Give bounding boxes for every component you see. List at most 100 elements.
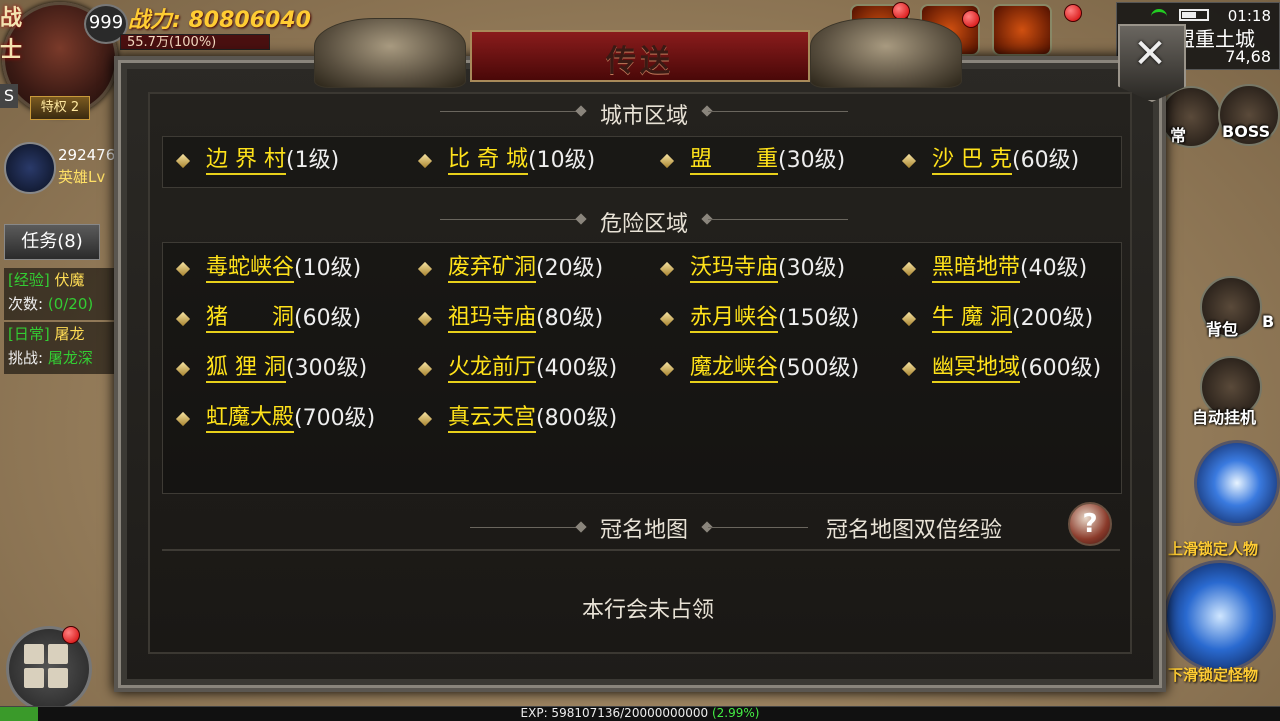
diamond-bullet-icon [901, 361, 917, 377]
divider [708, 527, 808, 528]
location-name[interactable]: 虹魔大殿 [206, 405, 295, 433]
dialog-title: 传送 [606, 44, 674, 79]
location-name[interactable]: 边 界 村 [206, 147, 286, 175]
combat-power: 战力: 80806040 [128, 8, 311, 33]
teleport-location[interactable]: 真云天宫 (800级) [417, 405, 617, 433]
diamond-bullet-icon [901, 311, 917, 327]
help-icon[interactable]: ? [1068, 502, 1112, 546]
divider [708, 111, 848, 112]
teleport-location[interactable]: 虹魔大殿 (700级) [175, 405, 376, 433]
location-name[interactable]: 火龙前厅 [448, 355, 537, 383]
location-level: (30级) [778, 148, 846, 173]
diamond-bullet-icon [659, 361, 675, 377]
grid-menu-icon [24, 644, 68, 688]
location-name[interactable]: 祖玛寺庙 [448, 305, 537, 333]
diamond-bullet-icon [417, 261, 433, 277]
location-level: (500级) [778, 356, 860, 381]
teleport-location[interactable]: 魔龙峡谷 (500级) [659, 355, 860, 383]
teleport-location[interactable]: 牛 魔 洞 (200级) [901, 305, 1094, 333]
teleport-location[interactable]: 祖玛寺庙 (80级) [417, 305, 604, 333]
location-level: (600级) [1020, 356, 1102, 381]
wifi-icon [1151, 9, 1167, 24]
exp-text: EXP: 598107136/20000000000 (2.99%) [520, 706, 760, 720]
teleport-location[interactable]: 猪 洞 (60级) [175, 305, 361, 333]
diamond-bullet-icon [175, 361, 191, 377]
location-level: (30级) [778, 256, 846, 281]
location-name[interactable]: 沙 巴 克 [932, 147, 1012, 175]
teleport-location[interactable]: 沙 巴 克 (60级) [901, 147, 1080, 175]
location-level: (200级) [1012, 306, 1094, 331]
teleport-location[interactable]: 狐 狸 洞 (300级) [175, 355, 368, 383]
notification-dot [62, 626, 80, 644]
double-exp-label: 冠名地图双倍经验 [826, 518, 1003, 543]
location-name[interactable]: 真云天宫 [448, 405, 537, 433]
teleport-location[interactable]: 火龙前厅 (400级) [417, 355, 618, 383]
diamond-bullet-icon [901, 261, 917, 277]
location-level: (80级) [536, 306, 604, 331]
diamond-bullet-icon [417, 411, 433, 427]
location-level: (300级) [286, 356, 368, 381]
emperor-icon[interactable] [992, 4, 1052, 56]
diamond-bullet-icon [659, 153, 675, 169]
exp-bar: EXP: 598107136/20000000000 (2.99%) [0, 706, 1280, 721]
location-level: (10级) [528, 148, 596, 173]
location-name[interactable]: 牛 魔 洞 [932, 305, 1012, 333]
close-icon[interactable]: ✕ [1118, 30, 1182, 78]
teleport-location[interactable]: 毒蛇峡谷 (10级) [175, 255, 362, 283]
section-title-danger: 危险区域 [599, 212, 688, 237]
location-name[interactable]: 黑暗地带 [932, 255, 1021, 283]
hero-number: 292476 [58, 146, 116, 164]
location-level: (150级) [778, 306, 860, 331]
hero-level: 英雄Lv [58, 168, 106, 186]
location-name[interactable]: 毒蛇峡谷 [206, 255, 295, 283]
teleport-location[interactable]: 沃玛寺庙 (30级) [659, 255, 846, 283]
location-name[interactable]: 赤月峡谷 [690, 305, 779, 333]
notification-dot [962, 10, 980, 28]
location-level: (700级) [294, 406, 376, 431]
diamond-bullet-icon [901, 153, 917, 169]
hero-icon[interactable] [4, 142, 56, 194]
location-name[interactable]: 猪 洞 [206, 305, 295, 333]
location-level: (1级) [286, 148, 340, 173]
location-level: (10级) [294, 256, 362, 281]
diamond-bullet-icon [417, 153, 433, 169]
dragon-ornament-left [314, 18, 466, 88]
location-name[interactable]: 沃玛寺庙 [690, 255, 779, 283]
teleport-location[interactable]: 边 界 村 (1级) [175, 147, 340, 175]
daily-label: 常 [1170, 126, 1187, 145]
quest-item[interactable]: [经验] 伏魔 次数: (0/20) [4, 268, 116, 320]
diamond-bullet-icon [175, 411, 191, 427]
teleport-location[interactable]: 黑暗地带 (40级) [901, 255, 1088, 283]
location-name[interactable]: 魔龙峡谷 [690, 355, 779, 383]
task-tab[interactable]: 任务(8) [4, 224, 100, 260]
location-level: (40级) [1020, 256, 1088, 281]
quest-item[interactable]: [日常] 屠龙 挑战: 屠龙深 [4, 322, 116, 374]
skill-button[interactable] [1194, 440, 1280, 526]
diamond-bullet-icon [175, 153, 191, 169]
location-name[interactable]: 盟 重 [690, 147, 779, 175]
teleport-location[interactable]: 幽冥地域 (600级) [901, 355, 1102, 383]
boss-label: BOSS [1222, 122, 1271, 141]
location-name[interactable]: 狐 狸 洞 [206, 355, 286, 383]
location-level: (400级) [536, 356, 618, 381]
teleport-location[interactable]: 废弃矿洞 (20级) [417, 255, 603, 283]
diamond-bullet-icon [659, 311, 675, 327]
attack-hint: 下滑锁定怪物 [1168, 666, 1259, 684]
map-coordinates: 74,68 [1225, 47, 1271, 66]
teleport-location[interactable]: 盟 重 (30级) [659, 147, 846, 175]
location-level: (60级) [1012, 148, 1080, 173]
diamond-bullet-icon [417, 311, 433, 327]
section-title-city: 城市区域 [599, 104, 688, 129]
teleport-location[interactable]: 赤月峡谷 (150级) [659, 305, 860, 333]
privilege-badge[interactable]: 特权 2 [30, 96, 90, 120]
location-name[interactable]: 幽冥地域 [932, 355, 1021, 383]
diamond-bullet-icon [175, 311, 191, 327]
location-name[interactable]: 废弃矿洞 [448, 255, 537, 283]
battery-icon [1179, 9, 1209, 21]
teleport-location[interactable]: 比 奇 城 (10级) [417, 147, 596, 175]
dragon-ornament-right [810, 18, 962, 88]
location-name[interactable]: 比 奇 城 [448, 147, 528, 175]
b-label: B [1262, 312, 1275, 331]
notification-dot [1064, 4, 1082, 22]
s-tab[interactable]: S [0, 84, 18, 108]
